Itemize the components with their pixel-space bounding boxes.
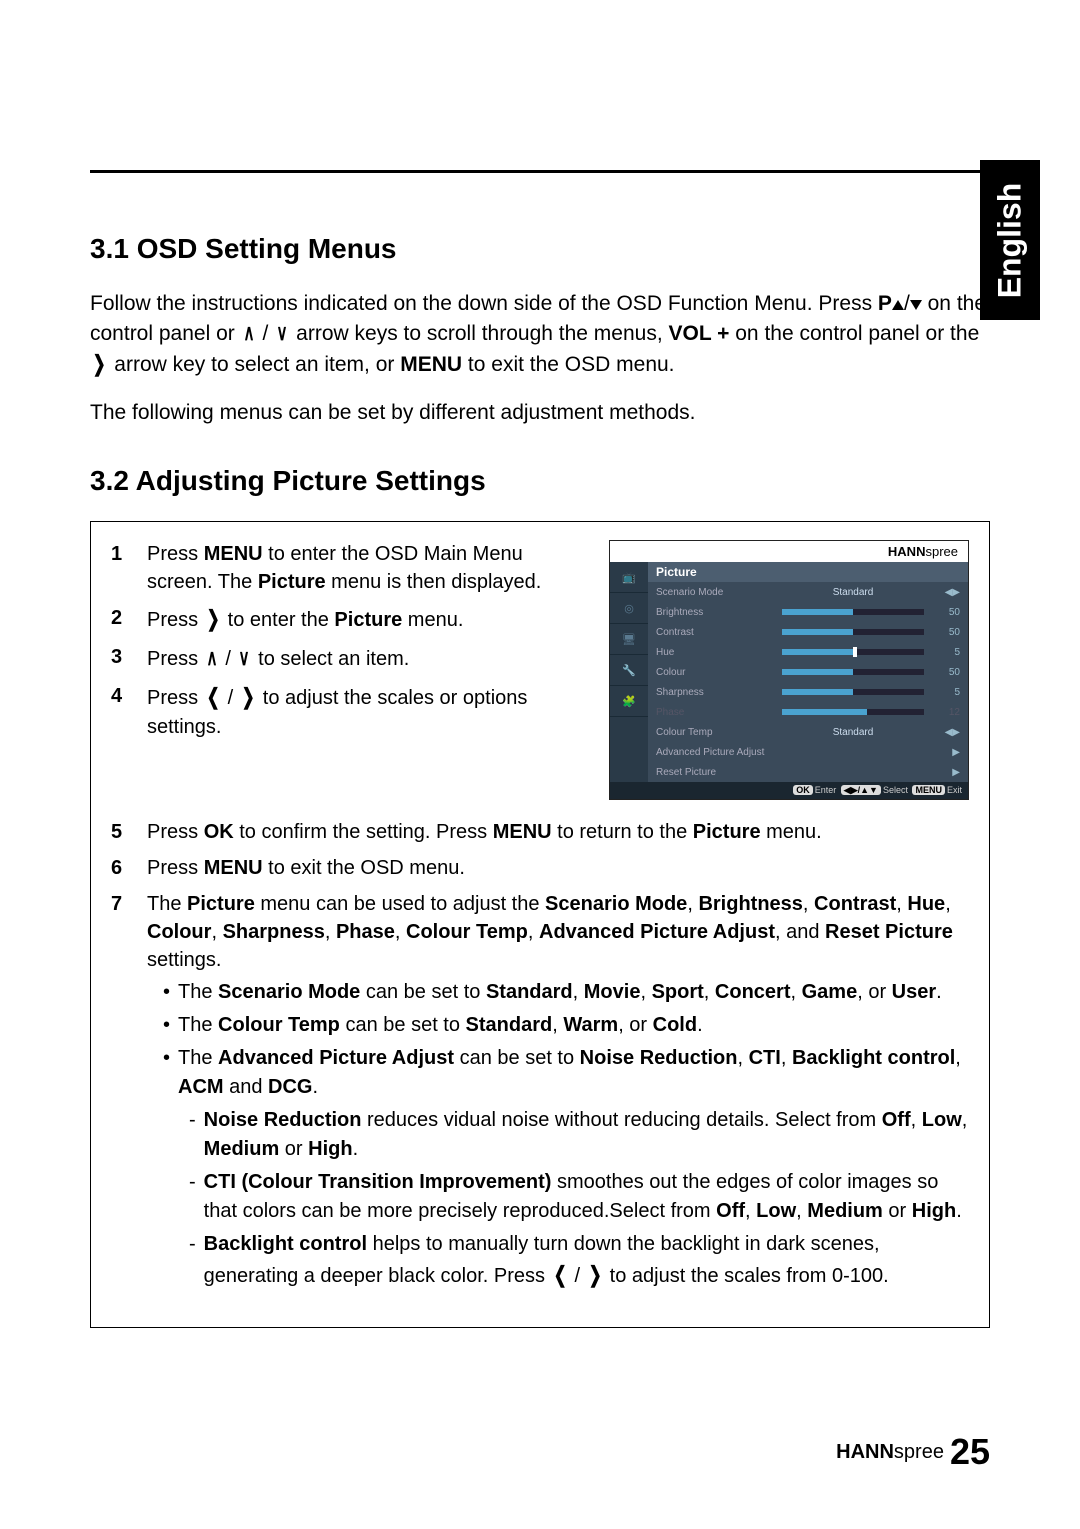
osd-screenshot: HANNspree 📺◎🖥🔧🧩 Picture Scenario ModeSta… — [609, 540, 969, 800]
section-3-1-para-1: Follow the instructions indicated on the… — [90, 289, 990, 380]
bullet-scenario-mode: • The Scenario Mode can be set to Standa… — [163, 978, 969, 1007]
section-3-1-para-2: The following menus can be set by differ… — [90, 398, 990, 427]
dash-backlight: - Backlight control helps to manually tu… — [189, 1230, 969, 1291]
page-number: 25 — [950, 1431, 990, 1473]
bullet-advanced-picture: • The Advanced Picture Adjust can be set… — [163, 1044, 969, 1102]
step-7: 7 The Picture menu can be used to adjust… — [111, 890, 969, 1295]
osd-row: Sharpness5 — [648, 682, 968, 702]
osd-row: Brightness50 — [648, 602, 968, 622]
osd-row: Scenario ModeStandard◀▶ — [648, 582, 968, 602]
osd-category-icons: 📺◎🖥🔧🧩 — [610, 562, 648, 782]
chevron-right-icon: ❯ — [93, 349, 106, 380]
chevron-down-icon: ∨ — [277, 318, 288, 349]
osd-row: Phase12 — [648, 702, 968, 722]
chevron-right-icon: ❯ — [206, 604, 219, 635]
triangle-up-icon — [892, 300, 904, 310]
chevron-right-icon: ❯ — [242, 682, 255, 713]
chevron-up-icon: ∧ — [243, 318, 254, 349]
chevron-down-icon: ∨ — [239, 643, 250, 674]
top-rule — [90, 170, 990, 173]
section-3-2-heading: 3.2 Adjusting Picture Settings — [90, 465, 990, 497]
section-3-1-heading: 3.1 OSD Setting Menus — [90, 233, 990, 265]
dash-noise-reduction: - Noise Reduction reduces vidual noise w… — [189, 1106, 969, 1164]
osd-title: Picture — [648, 562, 968, 582]
step-1: 1 Press MENU to enter the OSD Main Menu … — [111, 540, 589, 596]
osd-row: Colour TempStandard◀▶ — [648, 722, 968, 742]
osd-row: Reset Picture▶ — [648, 762, 968, 782]
page-footer: HANNspree 25 — [836, 1431, 990, 1473]
chevron-left-icon: ❮ — [206, 682, 219, 713]
steps-box: 1 Press MENU to enter the OSD Main Menu … — [90, 521, 990, 1328]
step-2: 2 Press ❯ to enter the Picture menu. — [111, 604, 589, 635]
step-4: 4 Press ❮ / ❯ to adjust the scales or op… — [111, 682, 589, 741]
osd-row: Colour50 — [648, 662, 968, 682]
osd-row: Advanced Picture Adjust▶ — [648, 742, 968, 762]
step-5: 5 Press OK to confirm the setting. Press… — [111, 818, 969, 846]
osd-footer: OKEnter ◀▶/▲▼Select MENUExit — [610, 782, 968, 799]
step-3: 3 Press ∧ / ∨ to select an item. — [111, 643, 589, 674]
chevron-left-icon: ❮ — [553, 1259, 566, 1291]
chevron-up-icon: ∧ — [206, 643, 217, 674]
osd-brand: HANNspree — [610, 541, 968, 562]
chevron-right-icon: ❯ — [588, 1259, 601, 1291]
bullet-colour-temp: • The Colour Temp can be set to Standard… — [163, 1011, 969, 1040]
osd-row: Hue5 — [648, 642, 968, 662]
dash-cti: - CTI (Colour Transition Improvement) sm… — [189, 1168, 969, 1226]
triangle-down-icon — [910, 300, 922, 310]
step-6: 6 Press MENU to exit the OSD menu. — [111, 854, 969, 882]
osd-row: Contrast50 — [648, 622, 968, 642]
